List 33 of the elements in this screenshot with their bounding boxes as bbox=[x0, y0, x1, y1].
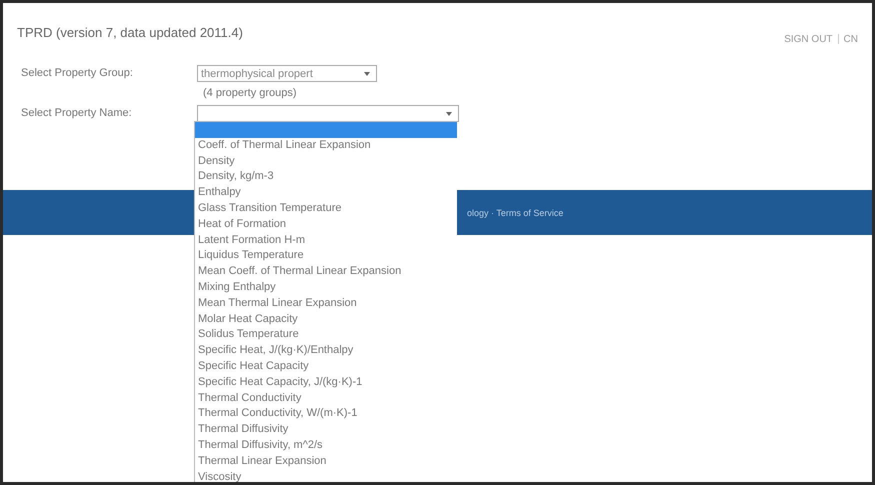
dropdown-option[interactable]: Mean Thermal Linear Expansion bbox=[195, 296, 457, 312]
group-count: (4 property groups) bbox=[202, 86, 298, 101]
dropdown-option[interactable]: Thermal Linear Expansion bbox=[195, 454, 457, 470]
dropdown-option[interactable]: Molar Heat Capacity bbox=[195, 312, 457, 328]
dropdown-option[interactable]: Mixing Enthalpy bbox=[195, 280, 457, 296]
field-label: Select Property Name: bbox=[21, 106, 133, 119]
dropdown-option[interactable]: Thermal Diffusivity, m^2/s bbox=[195, 438, 457, 454]
dropdown-option[interactable]: Specific Heat, J/(kg·K)/Enthalpy bbox=[195, 343, 457, 359]
dropdown-option[interactable]: Coeff. of Thermal Linear Expansion bbox=[195, 138, 457, 154]
dropdown-option[interactable]: Latent Formation H-m bbox=[195, 232, 457, 248]
dropdown-option[interactable]: Density, kg/m-3 bbox=[195, 169, 457, 186]
dropdown-option[interactable]: Enthalpy bbox=[195, 185, 457, 201]
field-label: Select Property Group: bbox=[21, 66, 134, 79]
header-link[interactable]: SIGN OUT bbox=[784, 34, 833, 44]
dropdown-option[interactable]: Solidus Temperature bbox=[195, 327, 457, 344]
dropdown-option[interactable]: Density bbox=[195, 154, 457, 170]
dropdown-option[interactable]: Thermal Diffusivity bbox=[195, 422, 457, 438]
dropdown-option[interactable]: Heat of Formation bbox=[195, 216, 457, 233]
dropdown-option[interactable]: Thermal Conductivity bbox=[195, 390, 457, 406]
dropdown-option[interactable]: Specific Heat Capacity bbox=[195, 358, 457, 375]
dropdown-option[interactable]: Viscosity bbox=[195, 470, 457, 482]
dropdown-option[interactable]: Liquidus Temperature bbox=[195, 248, 457, 264]
footer-text: ology · Terms of Service bbox=[467, 208, 564, 218]
header-link[interactable]: CN bbox=[844, 34, 858, 44]
property-name-select[interactable] bbox=[197, 105, 459, 122]
property-group-select[interactable]: thermophysical propert bbox=[197, 65, 377, 82]
dropdown-option[interactable]: Mean Coeff. of Thermal Linear Expansion bbox=[195, 264, 457, 280]
page-title: TPRD (version 7, data updated 2011.4) bbox=[17, 24, 243, 40]
dropdown-option[interactable]: Specific Heat Capacity, J/(kg·K)-1 bbox=[195, 374, 457, 391]
dropdown-option[interactable]: Thermal Conductivity, W/(m·K)-1 bbox=[195, 406, 457, 422]
dropdown-option[interactable]: Glass Transition Temperature bbox=[195, 200, 457, 217]
caret-icon bbox=[364, 72, 370, 76]
caret-icon bbox=[446, 112, 452, 116]
